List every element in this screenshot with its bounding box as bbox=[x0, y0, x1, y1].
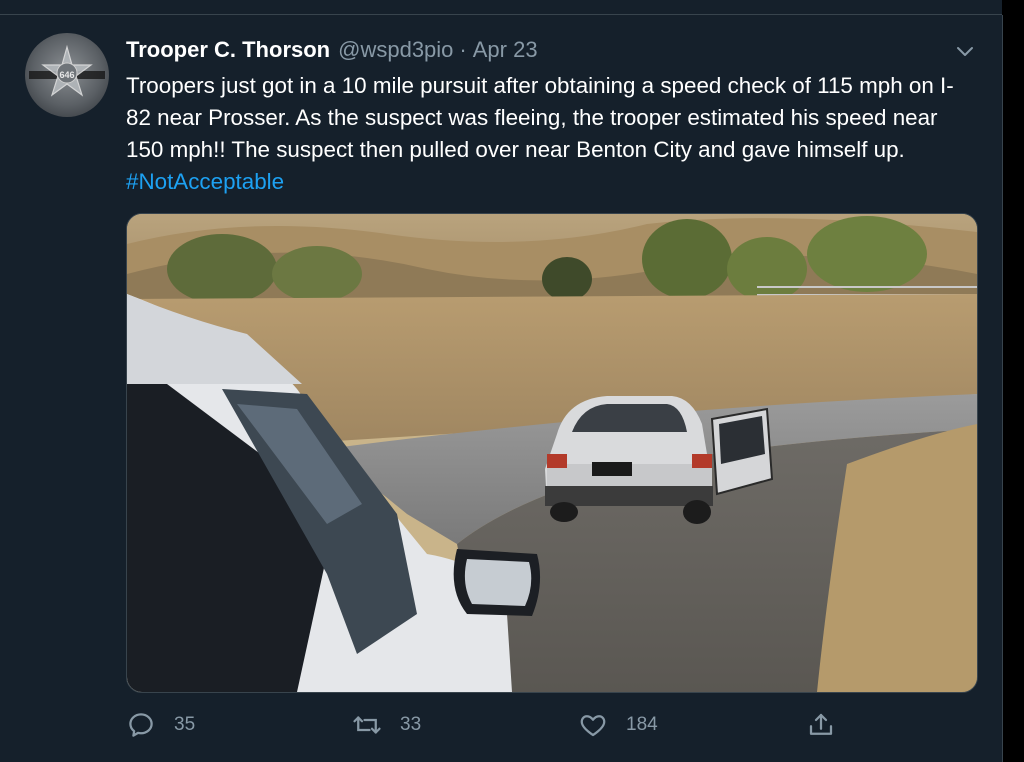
scrollbar-track[interactable] bbox=[1002, 0, 1024, 762]
tweet-photo[interactable] bbox=[126, 213, 978, 693]
tweet-actions: 35 33 184 bbox=[126, 705, 846, 745]
retweet-count: 33 bbox=[400, 714, 422, 735]
heart-icon bbox=[580, 715, 606, 737]
hashtag-link[interactable]: #NotAcceptable bbox=[126, 169, 284, 194]
tweet-header: Trooper C. Thorson @wspd3pio · Apr 23 bbox=[126, 35, 538, 65]
like-button[interactable]: 184 bbox=[578, 705, 658, 745]
app-window: 646 Trooper C. Thorson @wspd3pio · Apr 23 T… bbox=[0, 0, 1024, 762]
tweet-date[interactable]: Apr 23 bbox=[473, 37, 538, 62]
author-handle[interactable]: @wspd3pio bbox=[338, 37, 453, 62]
retweet-icon bbox=[353, 716, 381, 734]
retweet-button[interactable]: 33 bbox=[352, 705, 421, 745]
like-count: 184 bbox=[626, 714, 658, 735]
reply-icon bbox=[129, 713, 153, 737]
chevron-down-icon[interactable] bbox=[954, 40, 976, 62]
photo-of-stopped-car bbox=[127, 214, 977, 692]
share-button[interactable] bbox=[806, 705, 836, 745]
author-avatar[interactable]: 646 bbox=[25, 33, 109, 117]
share-icon bbox=[809, 713, 833, 735]
reply-count: 35 bbox=[174, 714, 196, 735]
author-name[interactable]: Trooper C. Thorson bbox=[126, 37, 330, 62]
reply-button[interactable]: 35 bbox=[126, 705, 195, 745]
badge-number: 646 bbox=[59, 70, 75, 80]
tweet-body: Troopers just got in a 10 mile pursuit a… bbox=[126, 73, 954, 162]
tweet-text: Troopers just got in a 10 mile pursuit a… bbox=[126, 70, 976, 198]
separator: · bbox=[459, 37, 467, 62]
